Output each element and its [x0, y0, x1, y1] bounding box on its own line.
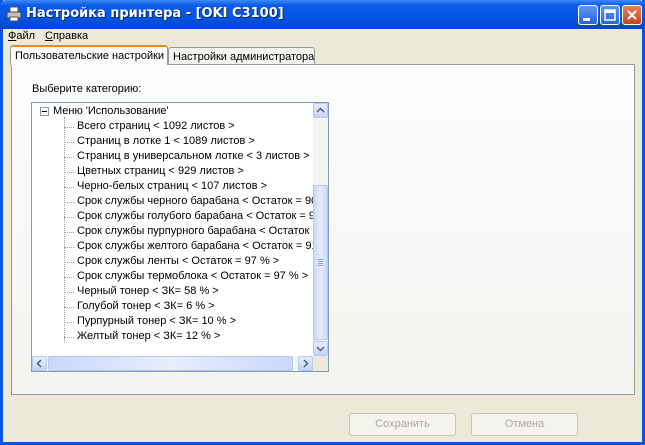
arrow-up-icon	[316, 107, 325, 113]
tree-guide-line	[64, 117, 65, 343]
maximize-icon	[604, 9, 616, 21]
scroll-down-button[interactable]	[313, 341, 328, 356]
menu-file[interactable]: Файл	[8, 30, 35, 42]
scroll-left-button[interactable]	[32, 356, 47, 371]
horizontal-scroll-thumb[interactable]	[48, 356, 293, 371]
tree-item-label: Срок службы желтого барабана < Остаток =…	[77, 240, 318, 252]
tree-item-label: Срок службы черного барабана < Остаток =…	[77, 195, 329, 207]
minimize-button[interactable]	[578, 5, 598, 25]
vertical-scroll-thumb[interactable]	[313, 185, 328, 340]
minimize-icon	[583, 18, 590, 21]
tab-user-settings[interactable]: Пользовательские настройки	[10, 45, 168, 65]
scrollbar-corner	[313, 356, 328, 371]
tab-admin-settings[interactable]: Настройки администратора	[168, 47, 315, 65]
cancel-button[interactable]: Отмена	[471, 413, 578, 436]
tree-item-label: Срок службы ленты < Остаток = 97 % >	[77, 255, 280, 267]
tree-root-label: Меню 'Использование'	[53, 105, 169, 117]
maximize-button[interactable]	[600, 5, 620, 25]
tree-item-label: Страниц в лотке 1 < 1089 листов >	[77, 135, 255, 147]
tree-item-label: Желтый тонер < ЗК= 12 % >	[77, 330, 221, 342]
arrow-down-icon	[316, 346, 325, 352]
tree-item-label: Срок службы термоблока < Остаток = 97 % …	[77, 270, 309, 282]
close-button[interactable]	[622, 5, 642, 25]
category-tree[interactable]: Меню 'Использование' Всего страниц < 109…	[31, 102, 329, 372]
tree-item-label: Цветных страниц < 929 листов >	[77, 165, 244, 177]
tab-panel-user-settings: Выберите категорию: Меню 'Использование'…	[11, 64, 635, 395]
arrow-right-icon	[303, 359, 309, 368]
tree-item-label: Пурпурный тонер < ЗК= 10 % >	[77, 315, 236, 327]
save-button[interactable]: Сохранить	[349, 413, 456, 436]
window-title: Настройка принтера - [OKI C3100]	[26, 6, 284, 21]
scroll-right-button[interactable]	[298, 356, 313, 371]
vertical-scrollbar[interactable]	[313, 103, 328, 356]
category-prompt: Выберите категорию:	[32, 83, 142, 95]
scroll-up-button[interactable]	[313, 103, 328, 118]
menu-bar: Файл Справка	[3, 29, 642, 43]
horizontal-scrollbar[interactable]	[32, 356, 313, 371]
title-bar[interactable]: Настройка принтера - [OKI C3100]	[0, 0, 645, 29]
menu-help[interactable]: Справка	[45, 30, 88, 42]
collapse-icon[interactable]	[40, 107, 49, 116]
tree-item-label: Срок службы пурпурного барабана < Остато…	[77, 225, 319, 237]
printer-icon	[6, 6, 22, 22]
close-icon	[627, 10, 637, 20]
tree-item-label: Срок службы голубого барабана < Остаток …	[77, 210, 322, 222]
tree-item-label: Черный тонер < ЗК= 58 % >	[77, 285, 219, 297]
tree-item-label: Черно-белых страниц < 107 листов >	[77, 180, 267, 192]
printer-settings-window: Настройка принтера - [OKI C3100] Файл Сп…	[0, 0, 645, 445]
tree-item-label: Страниц в универсальном лотке < 3 листов…	[77, 150, 310, 162]
arrow-left-icon	[36, 359, 42, 368]
tree-item-label: Всего страниц < 1092 листов >	[77, 120, 235, 132]
tree-item-label: Голубой тонер < ЗК= 6 % >	[77, 300, 215, 312]
